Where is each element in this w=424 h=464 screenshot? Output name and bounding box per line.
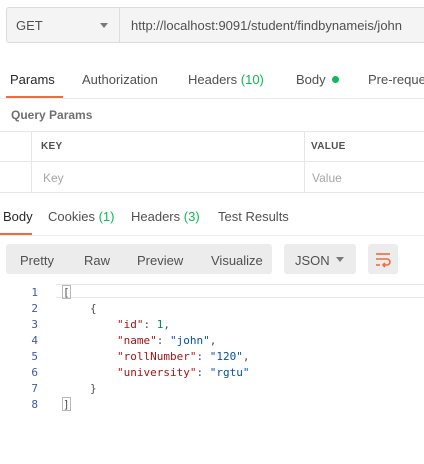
line-number: 5: [31, 350, 38, 363]
response-tab-body[interactable]: Body: [3, 209, 33, 224]
json-comma: ,: [242, 350, 250, 363]
response-headers-label: Headers: [131, 209, 181, 224]
language-label: JSON: [295, 253, 330, 268]
response-headers-count: (3): [183, 209, 200, 224]
table-border-col1: [31, 131, 32, 193]
value-input[interactable]: Value: [312, 171, 342, 185]
json-close-brace: }: [90, 382, 97, 395]
json-value: "120": [209, 350, 243, 363]
line-number: 3: [31, 318, 38, 331]
key-column-header: KEY: [41, 141, 63, 152]
json-comma: ,: [209, 334, 217, 347]
tab-headers-label: Headers: [188, 72, 238, 87]
json-field-line: "id": 1,: [117, 318, 170, 331]
preview-button[interactable]: Preview: [137, 253, 183, 268]
json-open-bracket: [: [63, 286, 70, 299]
key-input[interactable]: Key: [43, 171, 64, 185]
raw-button[interactable]: Raw: [84, 253, 110, 268]
response-tabs-divider: [0, 235, 424, 236]
url-text: http://localhost:9091/student/findbyname…: [131, 18, 403, 33]
wrap-lines-icon: [376, 253, 391, 268]
visualize-button[interactable]: Visualize: [211, 253, 263, 268]
tab-body[interactable]: Body: [296, 72, 339, 87]
table-border-col2: [304, 131, 305, 193]
json-field-line: "name": "john",: [117, 334, 217, 347]
tab-pre-request[interactable]: Pre-reque: [368, 72, 424, 87]
line-number: 8: [31, 398, 38, 411]
json-key: "name": [117, 334, 157, 347]
table-border-top: [0, 131, 424, 132]
current-line-highlight: [56, 284, 424, 298]
query-params-title: Query Params: [11, 108, 93, 122]
tab-params[interactable]: Params: [10, 72, 55, 87]
table-border-mid: [0, 161, 424, 162]
response-tab-test-results[interactable]: Test Results: [218, 209, 289, 224]
table-border-bottom: [0, 192, 424, 193]
response-tab-cookies[interactable]: Cookies (1): [48, 209, 114, 224]
line-number: 2: [31, 302, 38, 315]
json-comma: ,: [163, 318, 170, 331]
value-column-header: VALUE: [311, 141, 346, 152]
language-chevron-down-icon: [336, 257, 344, 262]
json-field-line: "university": "rgtu": [117, 366, 250, 379]
line-number: 7: [31, 382, 38, 395]
method-label: GET: [16, 18, 43, 33]
wrap-lines-button[interactable]: [368, 244, 398, 274]
headers-count: (10): [240, 72, 264, 87]
line-number: 1: [31, 286, 38, 299]
pretty-button[interactable]: Pretty: [20, 253, 54, 268]
line-number: 4: [31, 334, 38, 347]
json-key: "rollNumber": [117, 350, 197, 363]
response-tab-headers[interactable]: Headers (3): [131, 209, 200, 224]
body-indicator-dot: [331, 76, 339, 83]
json-key: "university": [117, 366, 197, 379]
json-close-bracket: ]: [63, 398, 70, 411]
json-value: "rgtu": [209, 366, 250, 379]
tabs-divider: [0, 98, 424, 99]
json-open-brace: {: [90, 302, 97, 315]
json-key: "id": [117, 318, 144, 331]
line-number: 6: [31, 366, 38, 379]
cookies-label: Cookies: [48, 209, 95, 224]
tab-body-label: Body: [296, 72, 326, 87]
tab-headers[interactable]: Headers (10): [188, 72, 264, 87]
json-field-line: "rollNumber": "120",: [117, 350, 250, 363]
tab-authorization[interactable]: Authorization: [82, 72, 158, 87]
cookies-count: (1): [98, 209, 115, 224]
chevron-down-icon: [100, 23, 108, 28]
json-value: "john": [170, 334, 210, 347]
